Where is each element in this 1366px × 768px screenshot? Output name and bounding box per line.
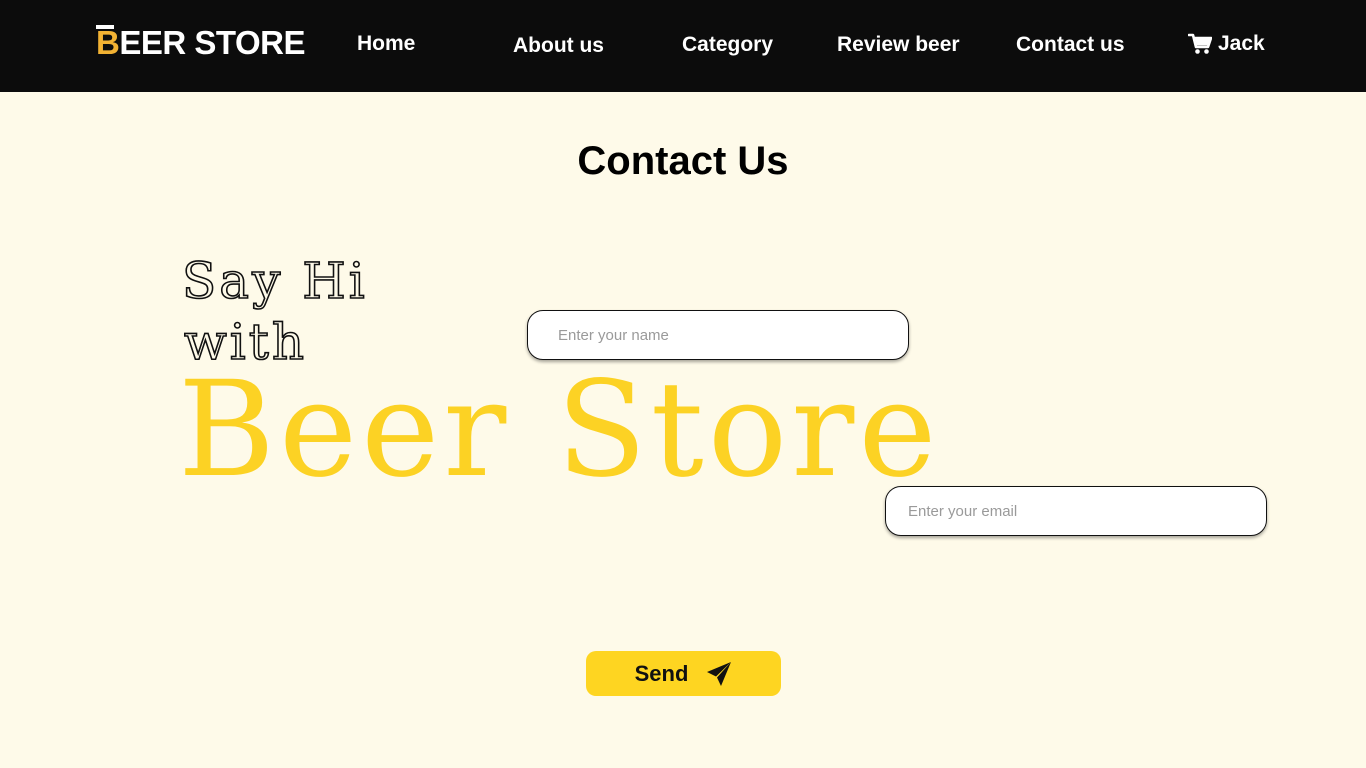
nav-contact-link[interactable]: Contact us bbox=[1016, 30, 1125, 60]
shopping-cart-icon bbox=[1188, 33, 1212, 54]
send-button[interactable]: Send bbox=[586, 651, 781, 696]
nav-about-link[interactable]: About us bbox=[513, 31, 604, 61]
send-button-label: Send bbox=[634, 660, 689, 686]
page-title: Contact Us bbox=[577, 139, 789, 183]
name-input[interactable] bbox=[527, 310, 909, 360]
hero-brand-text: Beer Store bbox=[178, 353, 941, 507]
email-input[interactable] bbox=[885, 486, 1267, 536]
user-cart-link[interactable]: Jack bbox=[1188, 29, 1265, 59]
logo-text: EER STORE bbox=[119, 24, 305, 61]
logo-first-letter: B bbox=[96, 24, 120, 61]
nav-category-link[interactable]: Category bbox=[682, 30, 773, 60]
paper-plane-icon bbox=[707, 661, 732, 686]
beer-store-logo[interactable]: B EER STORE bbox=[96, 24, 305, 62]
top-navbar: B EER STORE Home About us Category Review… bbox=[0, 0, 1366, 92]
hero-say-hi-text: Say Hi bbox=[181, 251, 368, 311]
nav-review-link[interactable]: Review beer bbox=[837, 30, 960, 60]
nav-home-link[interactable]: Home bbox=[357, 29, 415, 59]
user-name: Jack bbox=[1218, 32, 1265, 55]
